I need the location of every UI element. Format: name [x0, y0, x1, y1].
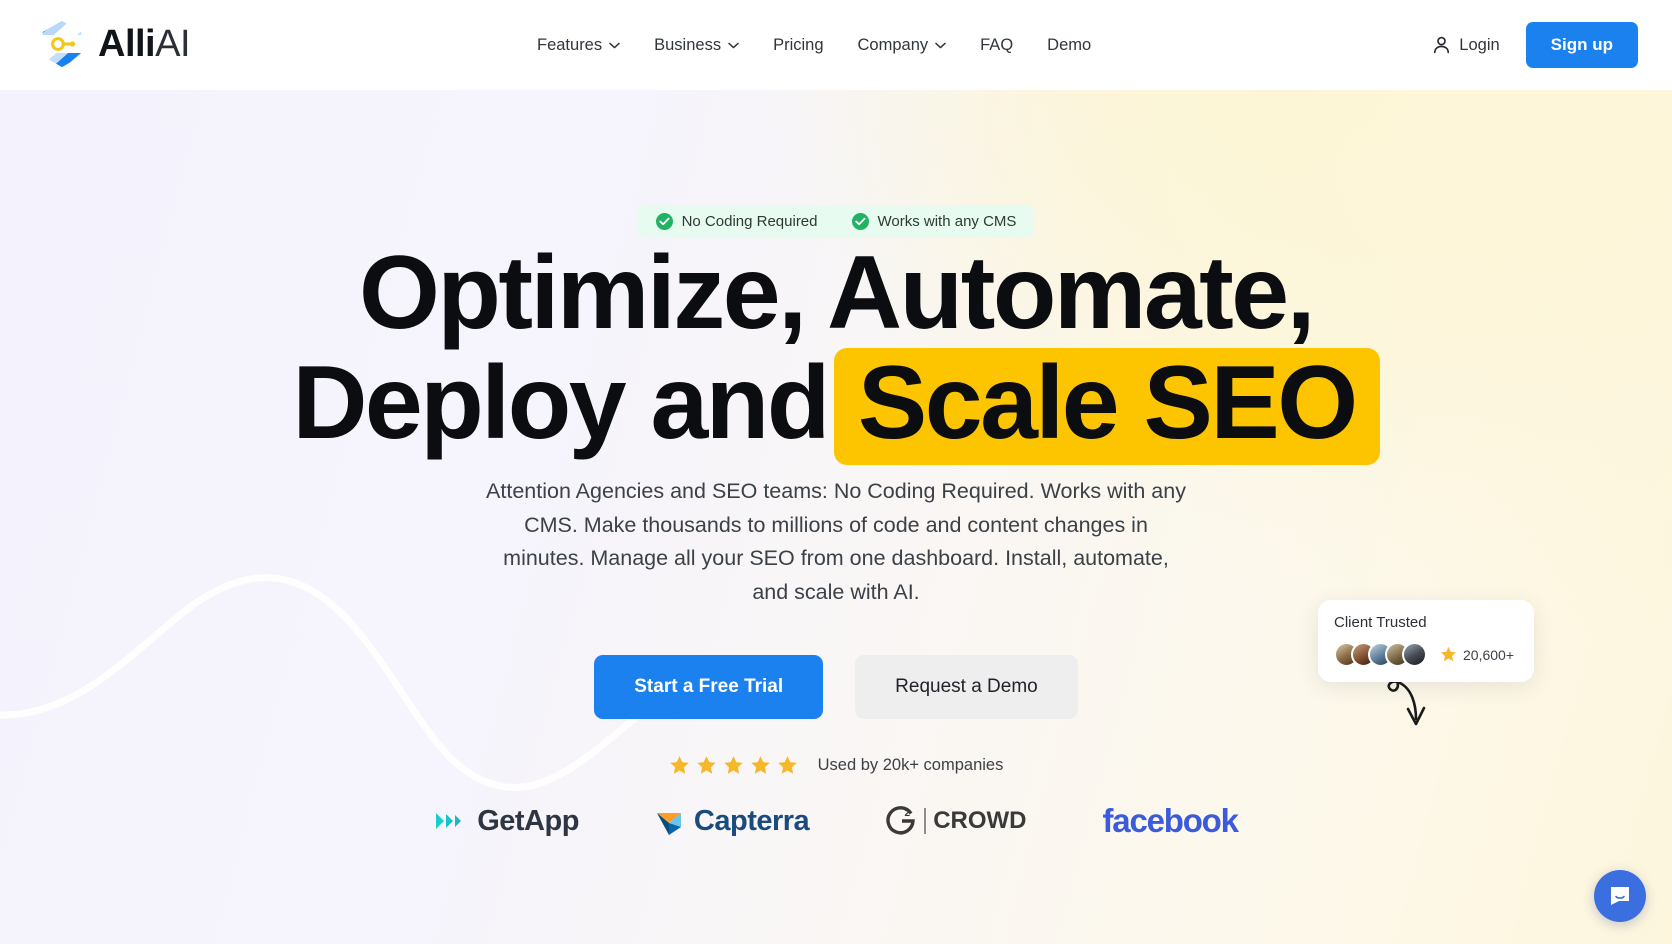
hero-badges: No Coding Required Works with any CMS [0, 205, 1672, 238]
brand-wordmark: AlliAI [98, 23, 191, 65]
star-icon [723, 756, 743, 774]
nav-item-features[interactable]: Features [520, 28, 637, 63]
client-trusted-body: 20,600+ [1334, 642, 1518, 667]
partner-logo-label: CROWD [933, 807, 1027, 834]
main-navigation: Features Business Pricing Company FAQ De… [520, 0, 1108, 90]
partner-logo-row: GetApp Capterra 2 CROWD facebook [0, 802, 1672, 840]
hero-section: No Coding Required Works with any CMS Op… [0, 90, 1672, 944]
hero-headline: Optimize, Automate, Deploy and Scale SEO [0, 235, 1672, 466]
chat-widget-button[interactable] [1594, 870, 1646, 922]
signup-button[interactable]: Sign up [1525, 22, 1638, 68]
client-trusted-count-label: 20,600+ [1463, 646, 1514, 663]
headline-highlight: Scale SEO [833, 348, 1380, 466]
star-icon [696, 756, 716, 774]
partner-logo-g2crowd: 2 CROWD [885, 805, 1027, 837]
nav-item-pricing[interactable]: Pricing [756, 28, 840, 63]
chat-bubble-icon [1611, 887, 1629, 905]
client-trusted-count: 20,600+ [1440, 646, 1514, 663]
partner-logo-getapp: GetApp [434, 805, 579, 838]
chevron-down-icon [935, 42, 946, 48]
hero-rating-row: Used by 20k+ companies [0, 755, 1672, 776]
header-actions: Login Sign up [1433, 0, 1638, 90]
g2-icon: 2 [886, 806, 915, 835]
headline-line-2-prefix: Deploy and [292, 345, 830, 462]
nav-label: Features [537, 35, 603, 54]
star-rating [669, 755, 798, 776]
start-free-trial-button[interactable]: Start a Free Trial [594, 655, 824, 719]
login-link[interactable]: Login [1433, 35, 1500, 55]
brand-logo[interactable]: AlliAI [36, 18, 191, 70]
partner-logo-label: GetApp [477, 804, 579, 837]
nav-item-business[interactable]: Business [637, 28, 756, 63]
chevron-down-icon [728, 42, 739, 48]
partner-logo-label: Capterra [693, 804, 810, 837]
nav-label: Company [857, 35, 929, 54]
capterra-triangle-icon [656, 813, 681, 835]
site-header: AlliAI Features Business Pricing Company… [0, 0, 1672, 90]
star-icon [1441, 646, 1456, 662]
headline-line-1: Optimize, Automate, [358, 235, 1316, 351]
badge-no-coding-required: No Coding Required [655, 213, 818, 230]
badge-label: Works with any CMS [877, 213, 1017, 230]
svg-text:2: 2 [905, 808, 911, 819]
alli-hexagon-logo-icon [41, 19, 83, 69]
hero-subtext: Attention Agencies and SEO teams: No Cod… [486, 479, 1186, 604]
partner-logo-capterra: Capterra [655, 804, 810, 838]
nav-item-company[interactable]: Company [841, 28, 964, 63]
nav-label: Pricing [773, 35, 824, 54]
hero-badges-pill: No Coding Required Works with any CMS [637, 205, 1035, 238]
check-circle-icon [851, 213, 869, 230]
brand-name-light: AI [155, 23, 191, 65]
brand-name-bold: Alli [98, 23, 156, 65]
check-circle-icon [655, 213, 673, 230]
request-demo-button[interactable]: Request a Demo [855, 655, 1078, 719]
client-trusted-title: Client Trusted [1334, 614, 1427, 631]
badge-works-with-any-cms: Works with any CMS [851, 213, 1017, 230]
client-trusted-card: Client Trusted 20,600+ [1318, 600, 1534, 682]
nav-item-faq[interactable]: FAQ [963, 28, 1030, 63]
login-label: Login [1459, 35, 1500, 54]
nav-label: Demo [1047, 35, 1092, 54]
badge-label: No Coding Required [681, 213, 818, 230]
nav-item-demo[interactable]: Demo [1030, 28, 1108, 63]
user-icon [1434, 36, 1450, 54]
avatar [1402, 642, 1427, 667]
headline-line-2: Deploy and Scale SEO [0, 345, 1672, 466]
rating-label: Used by 20k+ companies [817, 756, 1004, 774]
partner-logo-facebook: facebook [1102, 802, 1239, 840]
nav-label: FAQ [980, 35, 1014, 54]
star-icon [777, 756, 797, 774]
star-icon [669, 756, 689, 774]
star-icon [750, 756, 770, 774]
getapp-chevrons-icon [436, 813, 462, 829]
avatar-group [1334, 642, 1427, 667]
nav-label: Business [654, 35, 722, 54]
g2-divider [924, 808, 927, 834]
facebook-wordmark-icon: facebook [1102, 802, 1239, 839]
chevron-down-icon [609, 42, 620, 48]
